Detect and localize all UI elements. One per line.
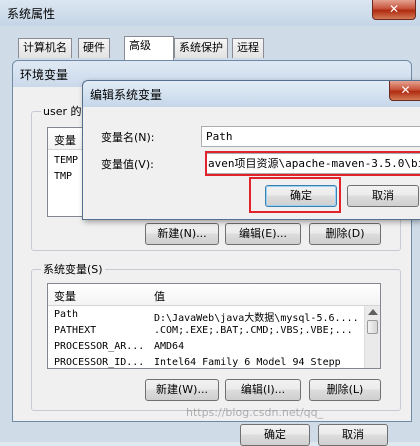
user-delete-button[interactable]: 删除(D) [309,223,381,245]
system-var-value: Intel64 Family 6 Model 94 Stepp [154,357,341,368]
tab-remote[interactable]: 远程 [232,38,264,58]
system-var-value: D:\JavaWeb\java大数据\mysql-5.6.... [154,313,359,324]
variable-value-label: 变量值(V): [101,158,154,171]
system-variables-scrollbar[interactable] [364,306,380,368]
system-properties-cancel-button[interactable]: 取消 [318,424,388,446]
tab-hardware[interactable]: 硬件 [78,38,110,58]
system-properties-title: 系统属性 [7,7,56,21]
system-variables-list[interactable]: 变量 值 Path D:\JavaWeb\java大数据\mysql-5.6..… [47,283,381,369]
environment-variables-title: 环境变量 [20,68,69,82]
user-variables-col-variable: 变量 [54,134,76,147]
tab-system-protection[interactable]: 系统保护 [174,38,228,58]
system-var-name: Path [54,309,79,320]
system-var-value: .COM;.EXE;.BAT;.CMD;.VBS;.VBE;... [154,325,353,336]
edit-dialog-titlebar: 编辑系统变量 ✕ [83,81,420,107]
system-delete-button[interactable]: 删除(L) [309,379,381,401]
system-variables-col-variable: 变量 [54,290,76,303]
user-var-name: TMP [54,171,73,182]
edit-dialog-ok-button[interactable]: 确定 [265,185,337,207]
user-variables-group-label: user 的 [41,103,84,119]
system-new-button[interactable]: 新建(W)... [145,379,219,401]
user-new-button[interactable]: 新建(N)... [145,223,219,245]
system-var-name: PROCESSOR_ID... [54,357,145,368]
system-var-name: PROCESSOR_AR... [54,341,145,352]
edit-dialog-close-button[interactable]: ✕ [389,81,420,101]
edit-dialog-cancel-button[interactable]: 取消 [347,185,419,207]
table-row[interactable]: Path D:\JavaWeb\java大数据\mysql-5.6.... [48,308,364,324]
system-var-value: AMD64 [154,341,185,352]
scrollbar-thumb[interactable] [367,320,378,334]
table-row[interactable]: PATHEXT .COM;.EXE;.BAT;.CMD;.VBS;.VBE;..… [48,324,364,340]
scroll-up-arrow-icon[interactable] [368,309,378,315]
system-variables-group-label: 系统变量(S) [41,261,105,277]
system-properties-close-button[interactable]: ✕ [372,0,416,20]
watermark: https://blog.csdn.net/qq_ [186,406,324,419]
user-edit-button[interactable]: 编辑(E)... [225,223,301,245]
table-row[interactable]: PROCESSOR_AR... AMD64 [48,340,364,356]
tab-computer-name[interactable]: 计算机名 [18,38,72,58]
system-properties-ok-button[interactable]: 确定 [240,424,310,446]
variable-name-label: 变量名(N): [101,131,155,144]
edit-dialog-title: 编辑系统变量 [90,88,163,102]
system-properties-titlebar: 系统属性 ✕ [0,0,420,26]
table-row[interactable]: PROCESSOR_ID... Intel64 Family 6 Model 9… [48,356,364,368]
tab-advanced[interactable]: 高级 [124,36,174,60]
variable-name-field[interactable]: Path [201,126,420,147]
system-variables-col-value: 值 [154,290,165,303]
variable-value-field[interactable]: aven项目资源\apache-maven-3.5.0\bin [205,153,420,174]
edit-system-variable-dialog: 编辑系统变量 ✕ 变量名(N): Path 变量值(V): aven项目资源\a… [82,80,420,220]
system-edit-button[interactable]: 编辑(I)... [225,379,301,401]
system-var-name: PATHEXT [54,325,97,336]
user-var-name: TEMP [54,155,79,166]
system-variables-header: 变量 值 [48,284,380,306]
